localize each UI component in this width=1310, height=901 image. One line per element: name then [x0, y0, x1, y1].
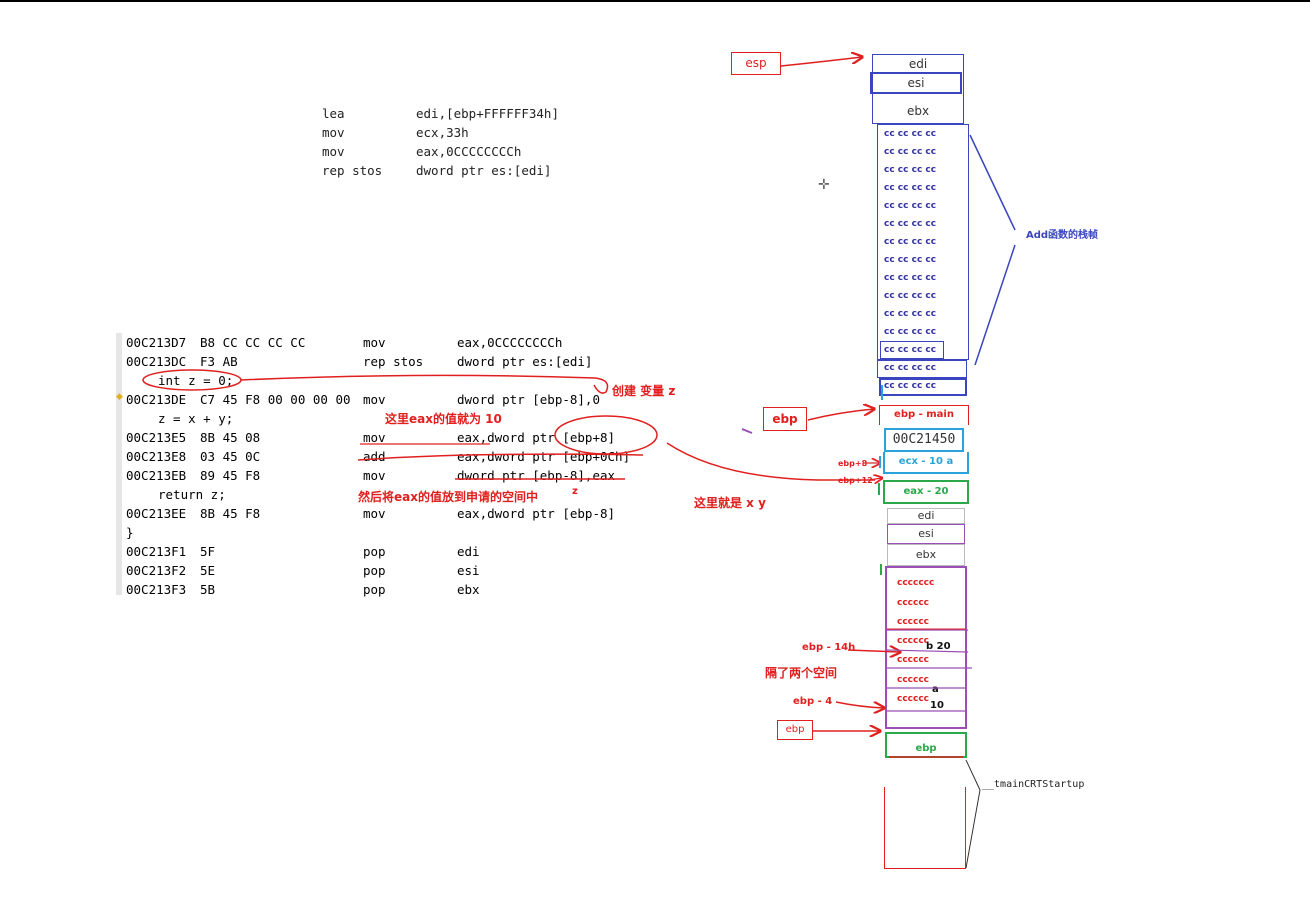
- arrow-ebp-plus12: [868, 478, 882, 480]
- circle-int-z: [142, 369, 242, 391]
- arrow-x-y: [666, 442, 875, 481]
- arrow-esp: [780, 57, 862, 67]
- annotation-overlay: [142, 0, 1016, 869]
- purple-mark: [741, 428, 753, 434]
- brace-tmain: [965, 759, 981, 869]
- arrow-ebp: [807, 409, 874, 421]
- arrow-ebp-minus4: [835, 701, 884, 708]
- underline-add: [357, 453, 644, 461]
- divider-line: [886, 629, 972, 712]
- circle-ebp8: [554, 415, 658, 455]
- brace-add-frame: [969, 134, 1016, 366]
- arrow-create-var: [240, 374, 609, 394]
